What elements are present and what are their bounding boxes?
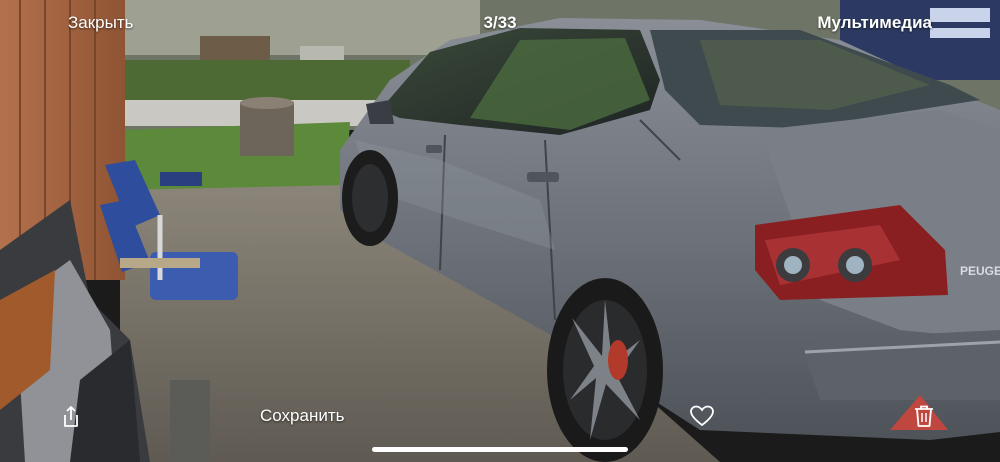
top-bar: Закрыть 3/33 Мультимедиа	[0, 0, 1000, 48]
multimedia-button[interactable]: Мультимедиа	[817, 13, 932, 33]
peugeot-badge: PEUGEOT	[960, 264, 1000, 278]
home-indicator	[372, 447, 628, 452]
share-button[interactable]	[57, 403, 85, 431]
trash-icon	[915, 405, 933, 427]
delete-button[interactable]	[910, 402, 938, 430]
save-button[interactable]: Сохранить	[260, 406, 344, 426]
heart-icon	[690, 405, 714, 427]
favorite-button[interactable]	[688, 402, 716, 430]
bottom-toolbar: Сохранить	[0, 390, 1000, 462]
share-icon	[64, 406, 78, 427]
close-button[interactable]: Закрыть	[68, 13, 133, 33]
